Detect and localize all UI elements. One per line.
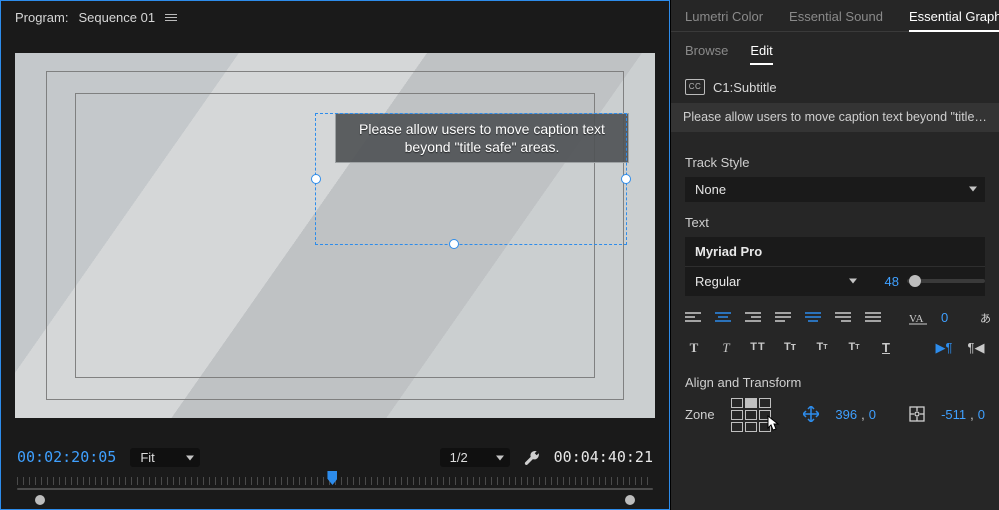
align-left-icon[interactable] — [685, 310, 701, 326]
zone-cell-bl[interactable] — [731, 422, 743, 432]
chevron-down-icon — [849, 279, 857, 284]
monitor-wrap: Please allow users to move caption text … — [1, 32, 669, 438]
zone-cell-mc[interactable] — [745, 410, 757, 420]
font-block: Myriad Pro Regular 48 — [685, 237, 985, 296]
resolution-select-label: 1/2 — [450, 451, 468, 464]
layer-row[interactable]: CC C1:Subtitle — [671, 73, 999, 101]
zone-cell-br[interactable] — [759, 422, 771, 432]
svg-text:あ: あ — [980, 312, 991, 325]
faux-bold-icon[interactable]: T — [685, 340, 703, 356]
zone-cell-bc[interactable] — [745, 422, 757, 432]
program-monitor-panel: Program: Sequence 01 Please allow users … — [0, 0, 670, 510]
justify-last-left-icon[interactable] — [775, 310, 791, 326]
selection-bounding-box[interactable] — [315, 113, 627, 245]
font-size-slider[interactable] — [907, 279, 985, 283]
font-style-row: T T TT Tᴛ TT TT T ▶¶ ¶◀ — [671, 330, 999, 360]
zone-cell-ml[interactable] — [731, 410, 743, 420]
program-controls: 00:02:20:05 Fit 1/2 00:04:40:21 — [1, 438, 669, 469]
tab-essential-graphics[interactable]: Essential Graphics — [909, 10, 999, 31]
zoom-select-label: Fit — [140, 451, 154, 464]
position-x[interactable]: 396 — [835, 408, 857, 421]
program-monitor[interactable]: Please allow users to move caption text … — [15, 53, 655, 418]
track-style-select[interactable]: None — [685, 177, 985, 202]
slider-knob-icon[interactable] — [909, 275, 921, 287]
align-transform-label: Align and Transform — [671, 360, 999, 389]
subscript-icon[interactable]: TT — [845, 340, 863, 356]
track-style-label: Track Style — [671, 142, 999, 177]
all-caps-icon[interactable]: TT — [749, 340, 767, 356]
tab-essential-sound[interactable]: Essential Sound — [789, 10, 883, 31]
paragraph-align-row: VA 0 あ 0 — [671, 296, 999, 330]
anchor-y[interactable]: 0 — [978, 408, 985, 421]
rtl-icon[interactable]: ¶◀ — [967, 340, 985, 356]
zone-cell-tc[interactable] — [745, 398, 757, 408]
text-section-label: Text — [671, 202, 999, 237]
position-y[interactable]: 0 — [869, 408, 876, 421]
justify-last-center-icon[interactable] — [805, 310, 821, 326]
subtab-edit[interactable]: Edit — [750, 44, 772, 63]
font-size-control: 48 — [865, 275, 985, 288]
small-caps-icon[interactable]: Tᴛ — [781, 340, 799, 356]
timecode-current[interactable]: 00:02:20:05 — [17, 450, 116, 465]
zone-cell-tl[interactable] — [731, 398, 743, 408]
zone-row: Zone — [671, 389, 999, 432]
justify-all-icon[interactable] — [865, 310, 881, 326]
subtab-browse[interactable]: Browse — [685, 44, 728, 63]
ltr-icon[interactable]: ▶¶ — [935, 340, 953, 356]
zone-cell-tr[interactable] — [759, 398, 771, 408]
anchor-point-icon — [909, 406, 925, 422]
zone-cell-mr[interactable] — [759, 410, 771, 420]
timecode-total: 00:04:40:21 — [554, 450, 653, 465]
align-right-icon[interactable] — [745, 310, 761, 326]
anchor-x[interactable]: -511 — [941, 408, 966, 421]
faux-italic-icon[interactable]: T — [717, 340, 735, 356]
timeline-track — [17, 488, 653, 490]
chevron-down-icon — [496, 455, 504, 460]
position-icon — [803, 406, 819, 422]
font-row-2: Regular 48 — [685, 267, 985, 296]
app-root: Program: Sequence 01 Please allow users … — [0, 0, 999, 510]
mini-timeline[interactable] — [17, 473, 653, 503]
font-family-select[interactable]: Myriad Pro — [685, 237, 985, 267]
font-size-value[interactable]: 48 — [885, 275, 899, 288]
kerning-icon: VA — [909, 310, 927, 326]
program-header: Program: Sequence 01 — [1, 1, 669, 32]
svg-text:VA: VA — [909, 313, 924, 325]
selection-handle-right[interactable] — [621, 174, 631, 184]
position-xy[interactable]: 396, 0 — [835, 408, 876, 421]
superscript-icon[interactable]: TT — [813, 340, 831, 356]
program-title-prefix: Program: — [15, 11, 68, 24]
caption-text-field[interactable]: Please allow users to move caption text … — [671, 103, 999, 132]
zone-grid-wrap — [731, 397, 771, 432]
program-sequence-name: Sequence 01 — [78, 11, 155, 24]
zone-grid[interactable] — [731, 398, 771, 432]
resolution-select[interactable]: 1/2 — [440, 448, 510, 467]
tsume-icon: あ — [976, 310, 994, 326]
selection-handle-left[interactable] — [311, 174, 321, 184]
chevron-down-icon — [186, 455, 194, 460]
out-point-marker[interactable] — [625, 495, 635, 505]
right-panel: Lumetri Color Essential Sound Essential … — [670, 0, 999, 510]
settings-wrench-icon[interactable] — [524, 450, 540, 466]
zone-label: Zone — [685, 408, 715, 421]
selection-handle-bottom-center[interactable] — [449, 239, 459, 249]
track-style-value: None — [695, 183, 726, 196]
justify-last-right-icon[interactable] — [835, 310, 851, 326]
panel-menu-icon[interactable] — [165, 14, 177, 21]
caption-track-icon: CC — [685, 79, 705, 95]
chevron-down-icon — [969, 187, 977, 192]
anchor-xy[interactable]: -511, 0 — [941, 408, 985, 421]
eg-subtabs: Browse Edit — [671, 32, 999, 73]
kerning-value[interactable]: 0 — [941, 311, 948, 324]
underline-icon[interactable]: T — [877, 340, 895, 356]
font-style-select[interactable]: Regular — [685, 267, 865, 296]
in-point-marker[interactable] — [35, 495, 45, 505]
panel-tabs: Lumetri Color Essential Sound Essential … — [671, 0, 999, 32]
align-center-icon[interactable] — [715, 310, 731, 326]
layer-name: C1:Subtitle — [713, 81, 777, 94]
zoom-select[interactable]: Fit — [130, 448, 200, 467]
font-style-value: Regular — [695, 274, 741, 289]
tab-lumetri-color[interactable]: Lumetri Color — [685, 10, 763, 31]
